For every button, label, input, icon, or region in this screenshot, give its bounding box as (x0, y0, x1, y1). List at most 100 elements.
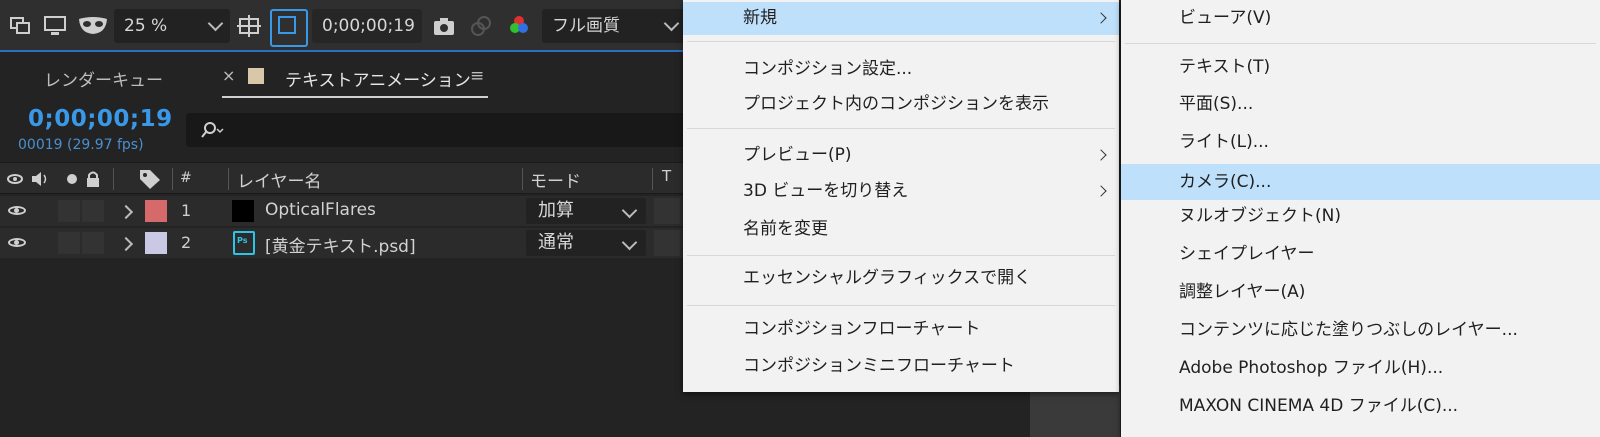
chevron-down-icon (621, 234, 638, 251)
menu-item-label: ライト(L)... (1179, 132, 1269, 152)
solo-switch[interactable] (82, 232, 104, 254)
submenu-item-shape-layer[interactable]: シェイプレイヤー (1121, 238, 1600, 271)
column-index: # (180, 170, 192, 186)
color-channel-icon[interactable] (506, 13, 532, 39)
chevron-right-icon (1095, 12, 1107, 24)
menu-item-label: 名前を変更 (743, 219, 828, 239)
grid-icon[interactable] (236, 13, 262, 39)
quality-value: フル画質 (552, 16, 620, 36)
track-matte-switch[interactable] (654, 198, 680, 224)
submenu-item-viewer[interactable]: ビューア(V) (1121, 2, 1600, 35)
region-of-interest-icon[interactable] (270, 9, 308, 47)
layer-search-input[interactable] (186, 113, 706, 147)
monitor-icon[interactable] (42, 13, 68, 39)
tab-close-icon[interactable]: × (222, 66, 235, 85)
submenu-item-solid[interactable]: 平面(S)... (1121, 88, 1600, 121)
chevron-down-icon (621, 202, 638, 219)
submenu-item-photoshop-file[interactable]: Adobe Photoshop ファイル(H)... (1121, 352, 1600, 385)
chevron-right-icon (1095, 185, 1107, 197)
viewer-toolbar: 25 % 0;00;00;19 フル画質 (0, 0, 700, 52)
chevron-down-icon (663, 15, 680, 32)
quality-dropdown[interactable]: フル画質 (542, 9, 692, 43)
timeline-timecode[interactable]: 0;00;00;19 (28, 106, 173, 132)
menu-item-label: ビューア(V) (1179, 8, 1272, 28)
menu-item-reveal-composition[interactable]: プロジェクト内のコンポジションを表示 (683, 88, 1119, 121)
menu-item-switch-3d-view[interactable]: 3D ビューを切り替え (683, 175, 1119, 208)
menu-item-label: カメラ(C)... (1179, 172, 1272, 192)
eye-icon[interactable] (8, 206, 26, 215)
column-mode[interactable]: モード (530, 167, 581, 192)
submenu-item-cinema4d-file[interactable]: MAXON CINEMA 4D ファイル(C)... (1121, 390, 1600, 423)
menu-item-label: 平面(S)... (1179, 94, 1254, 114)
tab-text-animation[interactable]: テキストアニメーション (285, 66, 471, 91)
layer-index: 2 (181, 233, 192, 252)
menu-item-label: プレビュー(P) (743, 145, 852, 165)
show-snapshot-icon[interactable] (468, 13, 494, 39)
menu-item-label: ヌルオブジェクト(N) (1179, 206, 1341, 226)
layers-icon[interactable] (8, 13, 34, 39)
blend-mode-dropdown[interactable]: 加算 (526, 198, 646, 224)
active-tab-underline (222, 96, 488, 98)
context-menu: 新規 コンポジション設定... プロジェクト内のコンポジションを表示 プレビュー… (683, 0, 1119, 392)
layer-index: 1 (181, 201, 192, 220)
label-color-swatch[interactable] (145, 200, 167, 222)
menu-item-label: コンポジション設定... (743, 59, 913, 79)
new-submenu: ビューア(V) テキスト(T) 平面(S)... ライト(L)... カメラ(C… (1121, 0, 1600, 437)
chevron-right-icon[interactable] (118, 236, 134, 252)
submenu-item-content-aware-fill-layer[interactable]: コンテンツに応じた塗りつぶしのレイヤー... (1121, 314, 1600, 347)
audio-switch[interactable] (58, 232, 80, 254)
submenu-item-null-object[interactable]: ヌルオブジェクト(N) (1121, 200, 1600, 233)
audio-switch[interactable] (58, 200, 80, 222)
menu-item-label: 3D ビューを切り替え (743, 181, 909, 201)
layer-thumbnail (232, 200, 254, 222)
blend-mode-value: 加算 (538, 200, 574, 221)
search-icon (201, 122, 224, 138)
menu-item-label: テキスト(T) (1179, 57, 1271, 77)
column-t[interactable]: T (662, 167, 671, 185)
tab-render-queue[interactable]: レンダーキュー (44, 66, 163, 91)
submenu-item-camera[interactable]: カメラ(C)... (1121, 164, 1600, 200)
track-matte-switch[interactable] (654, 230, 680, 256)
menu-item-label: 調整レイヤー(A) (1179, 282, 1306, 302)
menu-item-label: エッセンシャルグラフィックスで開く (743, 268, 1032, 288)
composition-icon (248, 68, 264, 84)
psd-file-icon: Ps (233, 231, 255, 255)
submenu-item-text[interactable]: テキスト(T) (1121, 51, 1600, 84)
zoom-value: 25 % (124, 16, 168, 36)
menu-item-composition-settings[interactable]: コンポジション設定... (683, 53, 1119, 86)
menu-item-open-essential-graphics[interactable]: エッセンシャルグラフィックスで開く (683, 262, 1119, 295)
chevron-right-icon[interactable] (118, 204, 134, 220)
layer-row[interactable]: 1 OpticalFlares 加算 (0, 196, 700, 226)
layer-name[interactable]: [黄金テキスト.psd] (265, 232, 416, 257)
background-area (1030, 385, 1120, 437)
submenu-item-light[interactable]: ライト(L)... (1121, 126, 1600, 159)
menu-item-label: Adobe Photoshop ファイル(H)... (1179, 358, 1444, 378)
column-layer-name[interactable]: レイヤー名 (237, 167, 322, 192)
menu-item-composition-flowchart[interactable]: コンポジションフローチャート (683, 313, 1119, 346)
label-color-swatch[interactable] (145, 232, 167, 254)
label-tag-icon (140, 170, 160, 189)
layer-row[interactable]: 2 Ps [黄金テキスト.psd] 通常 (0, 228, 700, 258)
av-switches-icons (7, 171, 99, 187)
menu-item-label: 新規 (743, 8, 777, 28)
current-time-value: 0;00;00;19 (322, 16, 415, 36)
svg-text:Ps: Ps (237, 236, 248, 245)
eye-icon[interactable] (8, 238, 26, 247)
current-time-display[interactable]: 0;00;00;19 (312, 9, 422, 43)
camera-snapshot-icon[interactable] (431, 13, 457, 39)
menu-item-rename[interactable]: 名前を変更 (683, 213, 1119, 246)
panel-tab-bar: レンダーキュー × テキストアニメーション ≡ (0, 54, 700, 100)
mask-icon[interactable] (76, 13, 110, 39)
blend-mode-dropdown[interactable]: 通常 (526, 230, 646, 256)
menu-item-new[interactable]: 新規 (683, 2, 1119, 35)
menu-item-label: シェイプレイヤー (1179, 244, 1315, 264)
solo-switch[interactable] (82, 200, 104, 222)
menu-item-preview[interactable]: プレビュー(P) (683, 139, 1119, 172)
layer-name[interactable]: OpticalFlares (265, 200, 376, 220)
frame-rate-info: 00019 (29.97 fps) (18, 137, 144, 153)
chevron-down-icon (207, 15, 224, 32)
menu-item-composition-mini-flowchart[interactable]: コンポジションミニフローチャート (683, 350, 1119, 383)
panel-menu-icon[interactable]: ≡ (470, 66, 484, 86)
zoom-dropdown[interactable]: 25 % (114, 9, 230, 43)
submenu-item-adjustment-layer[interactable]: 調整レイヤー(A) (1121, 276, 1600, 309)
